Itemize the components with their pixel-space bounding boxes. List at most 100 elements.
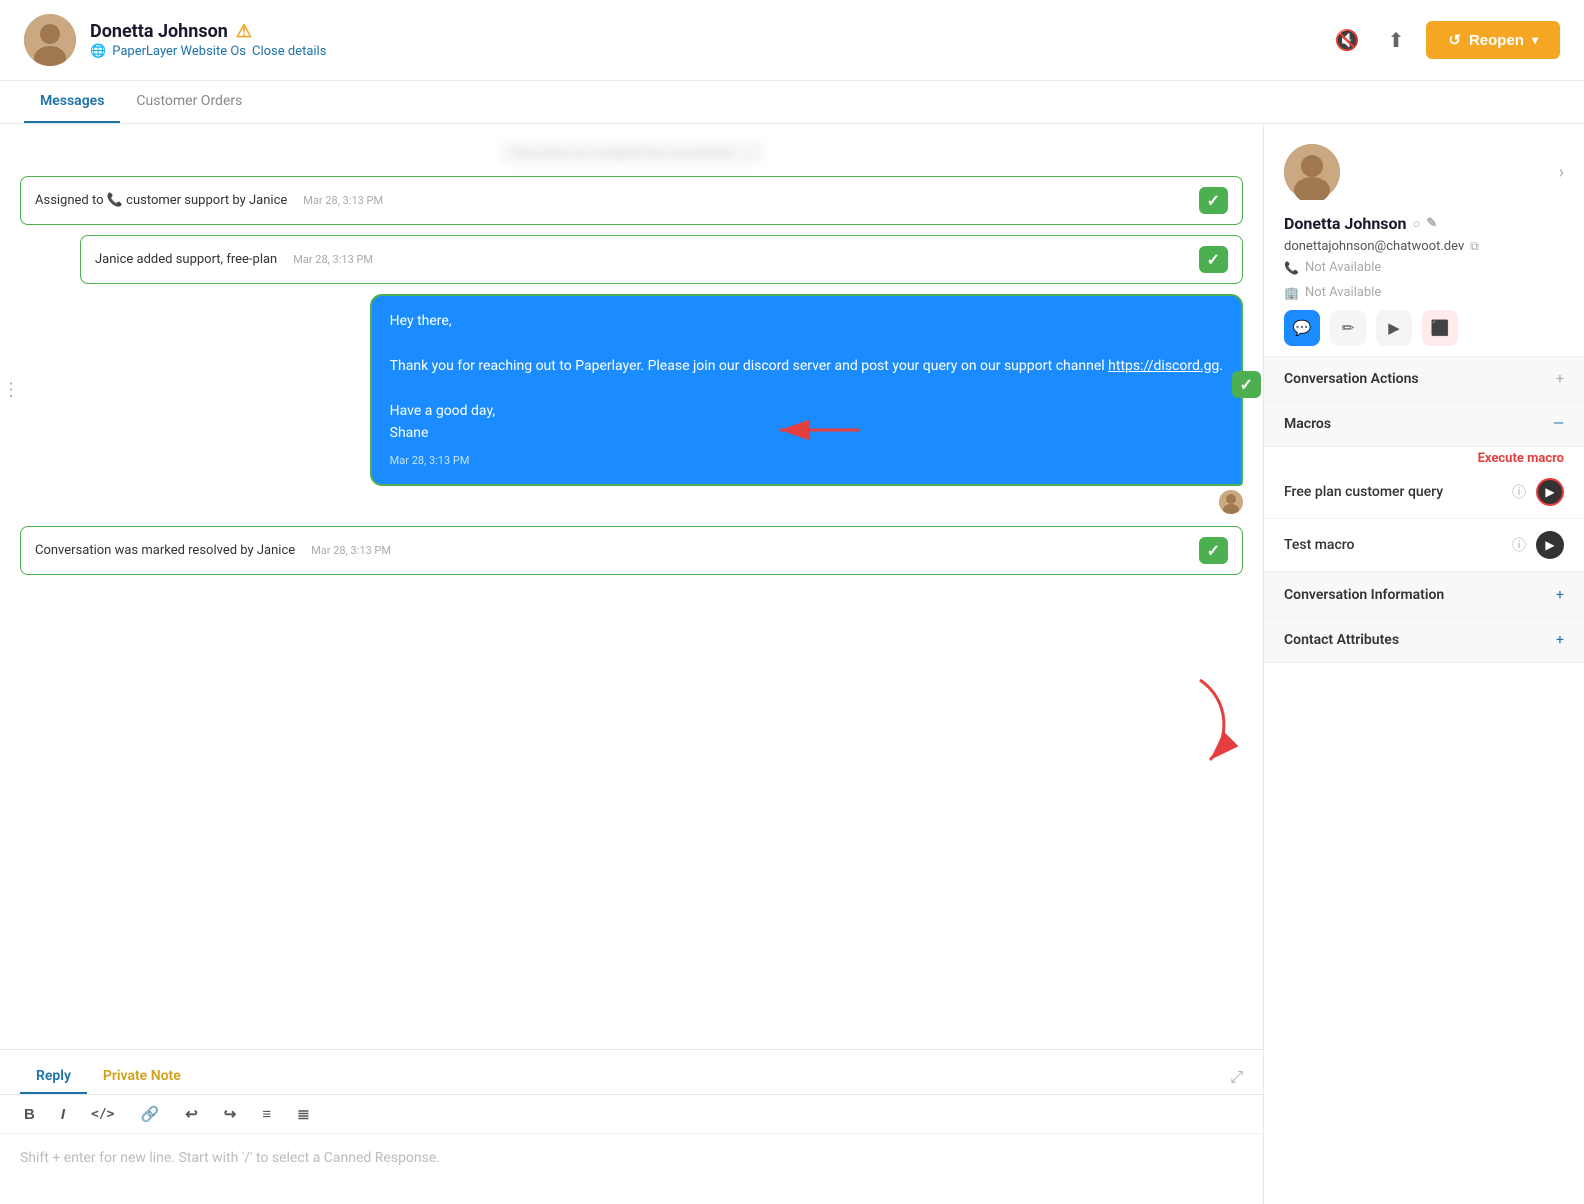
share-button[interactable]: ⬆: [1382, 22, 1411, 59]
reply-toolbar: B I </> 🔗 ↩ ↪ ≡ ≣: [0, 1095, 1263, 1134]
bubble-content: Hey there, Thank you for reaching out to…: [390, 310, 1223, 444]
conv-actions-expand-icon: +: [1556, 371, 1564, 387]
reply-area: Reply Private Note ⤢ B I </> 🔗 ↩ ↪ ≡ ≣ S…: [0, 1049, 1263, 1204]
macros-collapse-icon: —: [1553, 416, 1564, 432]
header-subtitle: 🌐 PaperLayer Website Os Close details: [90, 44, 1329, 59]
macro-2-name: Test macro: [1284, 537, 1355, 553]
agent-bubble: Hey there, Thank you for reaching out to…: [370, 294, 1243, 486]
reopen-icon: ↺: [1448, 31, 1461, 49]
globe-icon: 🌐: [90, 44, 106, 59]
contact-avatar-row: ›: [1284, 144, 1564, 200]
main-tabs: Messages Customer Orders: [0, 81, 1584, 124]
macro-2-run-button[interactable]: ▶: [1536, 531, 1564, 559]
header-avatar: [24, 14, 76, 66]
event-assigned-text: Assigned to 📞 customer support by Janice…: [35, 193, 383, 208]
macro-item-1: Free plan customer query ⓘ ▶: [1264, 466, 1584, 519]
undo-button[interactable]: ↩: [181, 1103, 202, 1125]
macro-1-actions: ⓘ ▶: [1512, 478, 1564, 506]
contact-section: › Donetta Johnson ○ ✎ donettajohnson@cha…: [1264, 124, 1584, 357]
ordered-list-button[interactable]: ≣: [293, 1103, 314, 1125]
event-janice-text: Janice added support, free-plan Mar 28, …: [95, 252, 373, 267]
contact-attr-expand-icon: +: [1556, 632, 1564, 648]
new-conversation-button[interactable]: 💬: [1284, 310, 1320, 346]
building-icon: 🏢: [1284, 286, 1299, 300]
contact-attr-title: Contact Attributes: [1284, 632, 1399, 648]
agent-avatar-small: [1219, 490, 1243, 514]
avatar-image: [24, 14, 76, 66]
contact-attributes-section[interactable]: Contact Attributes +: [1264, 618, 1584, 663]
contact-edit-icon[interactable]: ✎: [1426, 216, 1437, 231]
execute-macro-annotation: Execute macro: [1264, 447, 1584, 466]
header-info: Donetta Johnson ⚠ 🌐 PaperLayer Website O…: [90, 21, 1329, 59]
discord-link[interactable]: https://discord.gg: [1108, 358, 1219, 374]
agent-message-wrap: ⋮ Hey there, Thank you for reaching out …: [20, 294, 1243, 514]
reply-placeholder: Shift + enter for new line. Start with '…: [20, 1150, 440, 1166]
macro-1-name: Free plan customer query: [1284, 484, 1443, 500]
tab-reply[interactable]: Reply: [20, 1060, 87, 1094]
bold-button[interactable]: B: [20, 1104, 39, 1125]
code-button[interactable]: </>: [87, 1105, 118, 1124]
reply-tabs: Reply Private Note ⤢: [0, 1050, 1263, 1095]
message-options-button[interactable]: ⋮: [2, 379, 20, 400]
link-button[interactable]: 🔗: [137, 1103, 164, 1125]
contact-company-row: 🏢 Not Available: [1284, 285, 1564, 300]
conversation-panel: Para tariou sol ussigned this conversati…: [0, 124, 1264, 1204]
main-content: Para tariou sol ussigned this conversati…: [0, 124, 1584, 1204]
macros-section: Macros — Execute macro Free plan custome…: [1264, 402, 1584, 573]
macro-1-info-button[interactable]: ⓘ: [1512, 482, 1526, 502]
conversation-actions-section[interactable]: Conversation Actions +: [1264, 357, 1584, 402]
event-janice-added: Janice added support, free-plan Mar 28, …: [80, 235, 1243, 284]
expand-icon[interactable]: ⤢: [1230, 1067, 1243, 1087]
dropdown-arrow-icon: ▾: [1532, 33, 1538, 47]
tab-customer-orders[interactable]: Customer Orders: [120, 81, 258, 123]
conv-info-expand-icon: +: [1556, 587, 1564, 603]
contact-action-buttons: 💬 ✏ ▶ ⬛: [1284, 310, 1564, 346]
event-resolved: Conversation was marked resolved by Jani…: [20, 526, 1243, 575]
bubble-meta: [1219, 490, 1243, 514]
conversation-information-section[interactable]: Conversation Information +: [1264, 573, 1584, 618]
unordered-list-button[interactable]: ≡: [258, 1104, 275, 1125]
contact-status-icon: ○: [1413, 216, 1421, 232]
mute-button[interactable]: 🔇: [1329, 22, 1366, 59]
macro-item-2: Test macro ⓘ ▶: [1264, 519, 1584, 572]
tab-private-note[interactable]: Private Note: [87, 1060, 197, 1094]
italic-button[interactable]: I: [57, 1104, 69, 1125]
header: Donetta Johnson ⚠ 🌐 PaperLayer Website O…: [0, 0, 1584, 81]
event-resolved-text: Conversation was marked resolved by Jani…: [35, 543, 391, 558]
send-email-button[interactable]: ✏: [1330, 310, 1366, 346]
reopen-button[interactable]: ↺ Reopen ▾: [1426, 21, 1560, 59]
contact-email-value: donettajohnson@chatwoot.dev: [1284, 239, 1464, 254]
bubble-time: Mar 28, 3:13 PM: [390, 452, 1223, 470]
view-previous-button[interactable]: ▶: [1376, 310, 1412, 346]
phone-icon: 📞: [1284, 261, 1299, 275]
event-assigned: Assigned to 📞 customer support by Janice…: [20, 176, 1243, 225]
contact-company-value: Not Available: [1305, 285, 1381, 300]
redo-button[interactable]: ↪: [220, 1103, 241, 1125]
block-contact-button[interactable]: ⬛: [1422, 310, 1458, 346]
warning-icon: ⚠: [236, 21, 252, 42]
header-actions: 🔇 ⬆ ↺ Reopen ▾: [1329, 21, 1560, 59]
conv-actions-title: Conversation Actions: [1284, 371, 1419, 387]
macro-1-run-button[interactable]: ▶: [1536, 478, 1564, 506]
system-message-text: Para tariou sol ussigned this conversati…: [498, 140, 764, 166]
reopen-label: Reopen: [1469, 32, 1524, 49]
close-details-link[interactable]: Close details: [252, 44, 326, 59]
contact-email-row: donettajohnson@chatwoot.dev ⧉: [1284, 239, 1564, 254]
messages-list: Para tariou sol ussigned this conversati…: [0, 124, 1263, 1049]
reply-input[interactable]: Shift + enter for new line. Start with '…: [0, 1134, 1263, 1204]
right-panel: › Donetta Johnson ○ ✎ donettajohnson@cha…: [1264, 124, 1584, 1204]
tab-messages[interactable]: Messages: [24, 81, 120, 123]
contact-phone-row: 📞 Not Available: [1284, 260, 1564, 275]
copy-email-icon[interactable]: ⧉: [1470, 239, 1479, 254]
macro-2-actions: ⓘ ▶: [1512, 531, 1564, 559]
contact-phone-value: Not Available: [1305, 260, 1381, 275]
check-badge-janice: ✓: [1199, 246, 1228, 273]
conv-info-title: Conversation Information: [1284, 587, 1444, 603]
macros-header[interactable]: Macros —: [1264, 402, 1584, 447]
check-badge-assigned: ✓: [1199, 187, 1228, 214]
contact-avatar: [1284, 144, 1340, 200]
name-text: Donetta Johnson: [90, 21, 228, 42]
macro-2-info-button[interactable]: ⓘ: [1512, 535, 1526, 555]
check-badge-agent: ✓: [1232, 371, 1261, 398]
panel-collapse-icon[interactable]: ›: [1559, 162, 1564, 183]
